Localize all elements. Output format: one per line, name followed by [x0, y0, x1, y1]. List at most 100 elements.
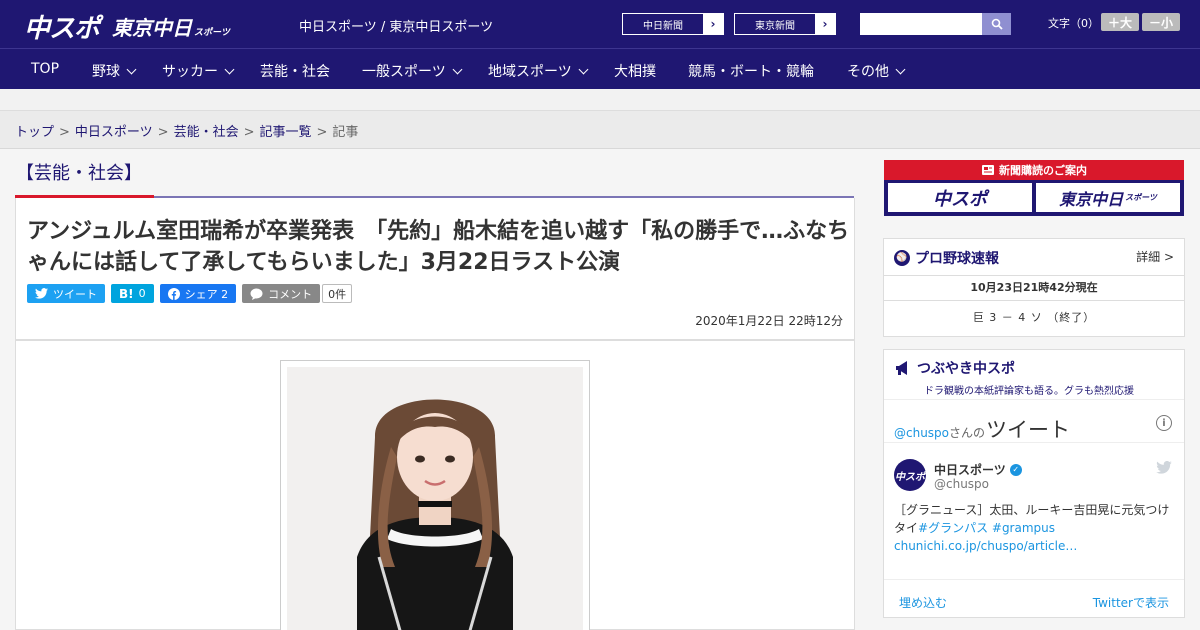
hatena-bookmark-icon: B! — [119, 286, 134, 301]
comment-button[interactable]: コメント — [242, 284, 321, 303]
nav-item-baseball[interactable]: 野球 — [92, 61, 137, 81]
baseball-score-widget: ⚾ プロ野球速報 詳細 > 10月23日21時42分現在 巨 3 － 4 ソ （… — [883, 238, 1185, 337]
breadcrumb-current: 記事 — [332, 125, 359, 140]
site-names-link[interactable]: 中日スポーツ / 東京中日スポーツ — [299, 16, 493, 35]
breadcrumb-separator: > — [316, 125, 328, 140]
subscribe-tokyo-chunichi-link[interactable]: 東京中日 スポーツ — [1036, 183, 1180, 212]
nav-item-label: 野球 — [92, 64, 120, 80]
search-button[interactable] — [982, 13, 1011, 35]
breadcrumb-separator: > — [243, 125, 255, 140]
article-body — [15, 340, 855, 630]
breadcrumb-bar: トップ > 中日スポーツ > 芸能・社会 > 記事一覧 > 記事 — [0, 111, 1200, 149]
twitter-bird-icon[interactable] — [1156, 461, 1172, 474]
twitter-bird-icon — [35, 288, 48, 299]
subscription-heading: 新聞購読のご案内 — [884, 160, 1184, 180]
site-header: 中スポ 東京中日 スポーツ 中日スポーツ / 東京中日スポーツ 中日新聞 › 東京… — [0, 0, 1200, 48]
subscribe-tokyo-logo-sub: スポーツ — [1125, 193, 1157, 202]
twitter-widget-footer: 埋め込む Twitterで表示 — [884, 579, 1184, 618]
tokyo-shimbun-link[interactable]: 東京新聞 › — [734, 13, 836, 35]
chunichi-shimbun-link[interactable]: 中日新聞 › — [622, 13, 724, 35]
comment-label: コメント — [268, 287, 313, 301]
breadcrumb-chunichi-sports[interactable]: 中日スポーツ — [75, 125, 153, 140]
tweet-button[interactable]: ツイート — [27, 284, 105, 303]
subscription-banner[interactable]: 新聞購読のご案内 中スポ 東京中日 スポーツ — [884, 160, 1184, 216]
avatar[interactable]: 中スポ — [894, 459, 926, 491]
speech-bubble-icon — [250, 288, 263, 300]
timeline-tweets-label: ツイート — [986, 418, 1071, 442]
breadcrumb-top[interactable]: トップ — [15, 125, 54, 140]
chevron-right-icon: › — [815, 14, 835, 34]
nav-item-label: 競馬・ボート・競輪 — [688, 64, 814, 80]
breadcrumb-entertainment[interactable]: 芸能・社会 — [174, 125, 239, 140]
chevron-down-icon — [895, 64, 906, 75]
facebook-share-label: シェア 2 — [184, 287, 229, 301]
nav-item-label: サッカー — [162, 64, 218, 80]
embed-link[interactable]: 埋め込む — [899, 594, 947, 611]
nav-item-label: その他 — [847, 64, 889, 80]
comment-count: 0件 — [322, 284, 353, 303]
facebook-icon — [167, 287, 180, 300]
nav-item-racing[interactable]: 競馬・ボート・競輪 — [688, 61, 814, 81]
baseball-score-row[interactable]: 巨 3 － 4 ソ （終了） — [884, 309, 1184, 325]
article-photo[interactable] — [287, 367, 583, 630]
tweet-account-name[interactable]: 中日スポーツ ✓ — [934, 461, 1022, 478]
nav-item-others[interactable]: その他 — [847, 61, 906, 81]
chevron-down-icon — [224, 64, 235, 75]
font-size-label: 文字（0） — [1048, 17, 1099, 30]
nav-item-label: 一般スポーツ — [362, 64, 446, 80]
nav-item-top[interactable]: TOP — [31, 61, 59, 77]
chevron-down-icon — [578, 64, 589, 75]
chunichi-shimbun-label: 中日新聞 — [643, 20, 683, 32]
newspaper-icon — [982, 165, 994, 175]
nav-item-label: 芸能・社会 — [260, 64, 330, 80]
ad-band — [0, 89, 1200, 111]
baseball-updated-time: 10月23日21時42分現在 — [884, 275, 1184, 301]
nav-item-entertainment[interactable]: 芸能・社会 — [260, 61, 330, 81]
breadcrumb: トップ > 中日スポーツ > 芸能・社会 > 記事一覧 > 記事 — [15, 121, 358, 140]
nav-item-sumo[interactable]: 大相撲 — [614, 61, 656, 81]
font-increase-button[interactable]: ＋大 — [1101, 13, 1139, 31]
article-title: アンジュルム室田瑞希が卒業発表 「先約」船木結を追い越す「私の勝手で…ふなちゃん… — [27, 219, 850, 275]
chuspo-logo[interactable]: 中スポ — [24, 8, 100, 45]
nav-item-label: 大相撲 — [614, 64, 656, 80]
facebook-share-button[interactable]: シェア 2 — [159, 284, 237, 303]
breadcrumb-separator: > — [157, 125, 169, 140]
chevron-down-icon — [126, 64, 137, 75]
twitter-widget-subtitle: ドラ観戦の本紙評論家も語る。グラも熱烈応援 — [924, 386, 1134, 397]
tweet-account-name-text: 中日スポーツ — [934, 463, 1006, 477]
tweet-hashtags[interactable]: #グランパス #grampus — [918, 521, 1055, 535]
baseball-widget-title: ⚾ プロ野球速報 — [894, 248, 999, 268]
tokyo-chunichi-logo[interactable]: 東京中日 スポーツ — [112, 12, 230, 41]
baseball-details-link[interactable]: 詳細 > — [1136, 248, 1174, 265]
subscribe-tokyo-logo-text: 東京中日 — [1059, 189, 1124, 209]
search-icon — [991, 18, 1003, 30]
twitter-widget: つぶやき中スポ ドラ観戦の本紙評論家も語る。グラも熱烈応援 @chuspoさんの… — [883, 349, 1185, 618]
category-heading: 【芸能・社会】 — [16, 163, 142, 184]
article-header: アンジュルム室田瑞希が卒業発表 「先約」船木結を追い越す「私の勝手で…ふなちゃん… — [15, 198, 855, 340]
breadcrumb-article-list[interactable]: 記事一覧 — [260, 125, 312, 140]
twitter-widget-title-text: つぶやき中スポ — [917, 361, 1015, 377]
nav-item-local-sports[interactable]: 地域スポーツ — [488, 61, 589, 81]
tokyo-logo-text: 東京中日 — [112, 16, 192, 40]
view-on-twitter-link[interactable]: Twitterで表示 — [1093, 594, 1169, 611]
tweet-account-handle[interactable]: @chuspo — [934, 477, 989, 491]
timeline-user-link[interactable]: @chuspo — [894, 426, 949, 440]
timeline-header: @chuspoさんのツイート i — [884, 399, 1184, 443]
nav-item-label: 地域スポーツ — [488, 64, 572, 80]
nav-item-soccer[interactable]: サッカー — [162, 61, 235, 81]
info-icon[interactable]: i — [1156, 415, 1172, 431]
tweet-link[interactable]: chunichi.co.jp/chuspo/article… — [894, 539, 1077, 553]
chevron-down-icon — [452, 64, 463, 75]
baseball-icon: ⚾ — [894, 250, 910, 266]
nav-item-general-sports[interactable]: 一般スポーツ — [362, 61, 463, 81]
hatena-count: 0 — [138, 287, 146, 300]
hatena-bookmark-button[interactable]: B! 0 — [111, 284, 154, 303]
timeline-user-suffix: さんの — [949, 426, 986, 440]
font-decrease-button[interactable]: －小 — [1142, 13, 1180, 31]
main-nav: TOP 野球 サッカー 芸能・社会 一般スポーツ 地域スポーツ 大相撲 競馬・ボ… — [0, 48, 1200, 89]
subscribe-chuspo-link[interactable]: 中スポ — [888, 183, 1032, 212]
tokyo-logo-sub: スポーツ — [194, 28, 230, 38]
twitter-widget-title: つぶやき中スポ — [894, 358, 1015, 378]
search-input[interactable] — [860, 13, 982, 35]
tokyo-shimbun-label: 東京新聞 — [755, 20, 795, 32]
